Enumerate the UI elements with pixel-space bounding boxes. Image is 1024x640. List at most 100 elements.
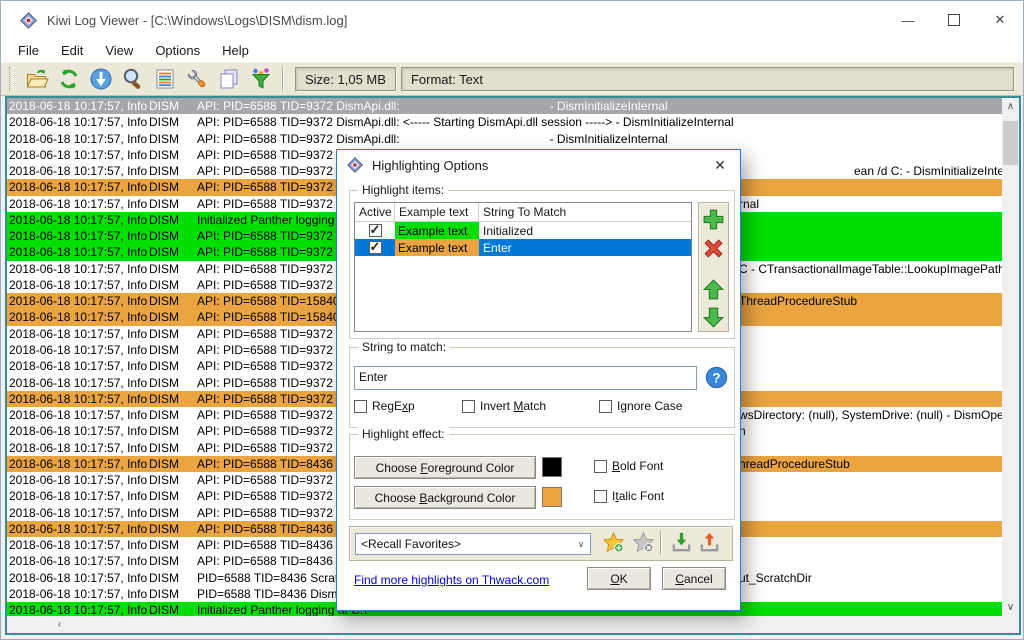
recall-favorites-dropdown[interactable]: <Recall Favorites> ∨ [355, 533, 591, 555]
add-highlight-button[interactable] [701, 207, 726, 232]
chevron-down-icon[interactable]: ∨ [572, 539, 590, 550]
choose-background-color-button[interactable]: Choose Background Color [354, 486, 536, 509]
choose-foreground-color-button[interactable]: Choose Foreground Color [354, 456, 536, 479]
match-string-input[interactable]: Enter [354, 366, 697, 390]
menu-options[interactable]: Options [144, 41, 211, 60]
active-checkbox[interactable] [369, 241, 382, 254]
scroll-up-icon[interactable]: ∧ [1002, 98, 1019, 115]
example-text-cell: Example text [395, 222, 479, 239]
help-button[interactable]: ? [705, 366, 728, 389]
highlight-rule-row[interactable]: Example textInitialized [355, 222, 691, 239]
log-timestamp: 2018-06-18 10:17:57, Info [9, 522, 147, 536]
bold-font-checkbox-box[interactable] [594, 460, 607, 473]
string-to-match-cell: Initialized [479, 222, 691, 239]
open-folder-icon[interactable] [25, 67, 49, 91]
move-up-button[interactable] [701, 277, 726, 302]
italic-font-label: Italic Font [612, 489, 664, 503]
log-source: DISM [149, 473, 179, 487]
remove-favorite-button[interactable] [632, 531, 655, 554]
export-highlights-button[interactable] [698, 531, 721, 554]
download-icon[interactable] [89, 67, 113, 91]
log-source: DISM [149, 310, 179, 324]
file-size-label: Size: 1,05 MB [305, 72, 386, 87]
add-favorite-button[interactable] [602, 531, 625, 554]
log-timestamp: 2018-06-18 10:17:57, Info [9, 99, 147, 113]
dialog-close-button[interactable]: ✕ [708, 153, 732, 177]
cancel-button[interactable]: Cancel [662, 567, 726, 590]
horizontal-scrollbar[interactable]: ‹ [7, 616, 1002, 633]
scroll-left-icon[interactable]: ‹ [51, 616, 68, 633]
file-size-box: Size: 1,05 MB [295, 67, 396, 91]
svg-text:?: ? [712, 370, 720, 385]
col-header-active[interactable]: Active [355, 203, 395, 221]
log-row[interactable]: 2018-06-18 10:17:57, InfoDISMAPI: PID=65… [7, 114, 1002, 130]
log-source: DISM [149, 571, 179, 585]
ok-button[interactable]: OK [587, 567, 651, 590]
menu-file[interactable]: File [7, 41, 50, 60]
log-source: DISM [149, 359, 179, 373]
copy-icon[interactable] [217, 67, 241, 91]
vertical-scrollbar[interactable]: ∧ ∨ [1002, 98, 1019, 616]
invert-match-label: Invert Match [480, 399, 546, 413]
bold-font-checkbox[interactable]: Bold Font [594, 459, 663, 473]
star-remove-icon [632, 531, 655, 554]
ignore-case-label: Ignore Case [617, 399, 682, 413]
maximize-button[interactable] [931, 1, 977, 39]
italic-font-checkbox[interactable]: Italic Font [594, 489, 664, 503]
log-source: DISM [149, 408, 179, 422]
log-timestamp: 2018-06-18 10:17:57, Info [9, 197, 147, 211]
log-source: DISM [149, 441, 179, 455]
invert-match-checkbox-box[interactable] [462, 400, 475, 413]
recall-favorites-value: <Recall Favorites> [361, 537, 461, 551]
close-button[interactable]: ✕ [977, 1, 1023, 39]
arrow-up-icon [701, 277, 726, 302]
doc-lines-icon[interactable] [153, 67, 177, 91]
log-source: DISM [149, 489, 179, 503]
col-header-example[interactable]: Example text [395, 203, 479, 221]
log-timestamp: 2018-06-18 10:17:57, Info [9, 278, 147, 292]
minimize-button[interactable]: — [885, 1, 931, 39]
menu-edit[interactable]: Edit [50, 41, 94, 60]
toolbar-grip[interactable] [9, 67, 14, 91]
log-timestamp: 2018-06-18 10:17:57, Info [9, 310, 147, 324]
log-source: DISM [149, 148, 179, 162]
delete-highlight-button[interactable] [701, 236, 726, 261]
dialog-title-bar: Highlighting Options ✕ [337, 150, 740, 180]
menu-help[interactable]: Help [211, 41, 260, 60]
italic-font-checkbox-box[interactable] [594, 490, 607, 503]
log-source: DISM [149, 245, 179, 259]
regexp-checkbox-box[interactable] [354, 400, 367, 413]
invert-match-checkbox[interactable]: Invert Match [462, 399, 546, 413]
string-to-match-cell: Enter [479, 239, 691, 256]
background-color-swatch [542, 487, 562, 507]
highlight-effect-label: Highlight effect: [358, 427, 449, 441]
vertical-scroll-thumb[interactable] [1003, 121, 1018, 165]
ignore-case-checkbox-box[interactable] [599, 400, 612, 413]
highlight-rule-row[interactable]: Example textEnter [355, 239, 691, 256]
log-row[interactable]: 2018-06-18 10:17:57, InfoDISMAPI: PID=65… [7, 98, 1002, 114]
regexp-checkbox[interactable]: RegExp [354, 399, 415, 413]
active-checkbox[interactable] [369, 224, 382, 237]
import-highlights-button[interactable] [670, 531, 693, 554]
log-message-continued: wsDirectory: (null), SystemDrive: (null)… [739, 408, 1002, 422]
ignore-case-checkbox[interactable]: Ignore Case [599, 399, 682, 413]
log-source: DISM [149, 99, 179, 113]
wrench-icon[interactable] [185, 67, 209, 91]
log-message-continued: rnal [739, 197, 759, 211]
search-icon[interactable] [121, 67, 145, 91]
filter-icon[interactable] [249, 67, 273, 91]
thwack-link[interactable]: Find more highlights on Thwack.com [354, 573, 549, 587]
log-timestamp: 2018-06-18 10:17:57, Info [9, 473, 147, 487]
menu-view[interactable]: View [94, 41, 144, 60]
scroll-down-icon[interactable]: ∨ [1002, 599, 1019, 616]
log-source: DISM [149, 327, 179, 341]
log-timestamp: 2018-06-18 10:17:57, Info [9, 506, 147, 520]
app-window: Kiwi Log Viewer - [C:\Windows\Logs\DISM\… [0, 0, 1024, 640]
star-add-icon [602, 531, 625, 554]
log-source: DISM [149, 424, 179, 438]
log-row[interactable]: 2018-06-18 10:17:57, InfoDISMAPI: PID=65… [7, 131, 1002, 147]
refresh-icon[interactable] [57, 67, 81, 91]
move-down-button[interactable] [701, 305, 726, 330]
col-header-match[interactable]: String To Match [479, 203, 691, 221]
regexp-label: RegExp [372, 399, 415, 413]
